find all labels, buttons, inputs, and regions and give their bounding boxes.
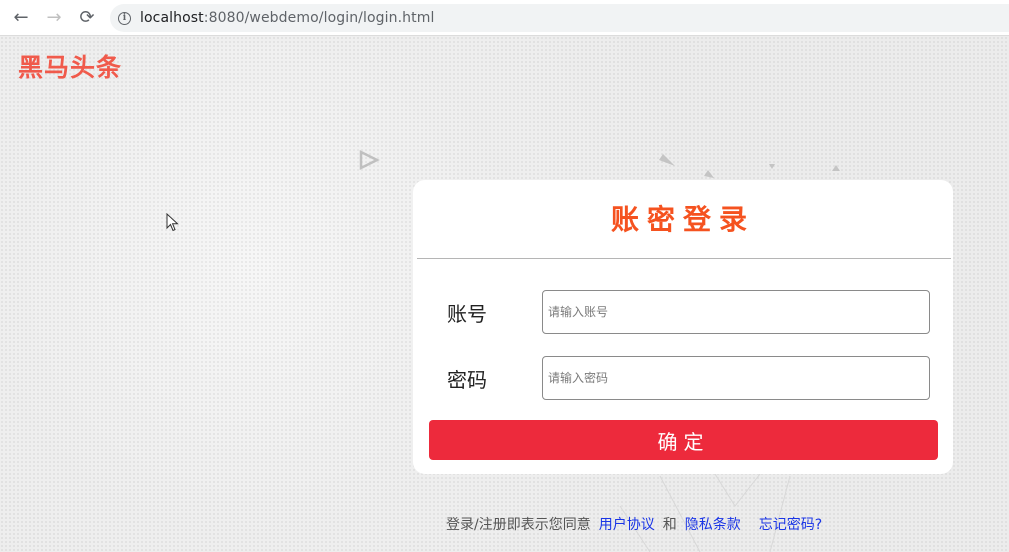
url-path: :8080/webdemo/login/login.html xyxy=(203,10,435,26)
url-host: localhost xyxy=(140,10,204,26)
user-agreement-link[interactable]: 用户协议 xyxy=(599,517,655,533)
site-logo[interactable]: 黑马头条 xyxy=(18,48,122,84)
forward-button[interactable]: → xyxy=(43,7,65,29)
browser-toolbar: ← → ⟳ i localhost:8080/webdemo/login/log… xyxy=(0,0,1009,36)
submit-button[interactable]: 确定 xyxy=(429,420,938,460)
password-input[interactable] xyxy=(542,356,930,400)
account-label: 账号 xyxy=(447,302,487,326)
reload-button[interactable]: ⟳ xyxy=(76,7,98,29)
privacy-policy-link[interactable]: 隐私条款 xyxy=(685,517,741,533)
url-text[interactable]: localhost:8080/webdemo/login/login.html xyxy=(140,10,434,26)
title-divider xyxy=(417,258,951,259)
forward-arrow-icon: → xyxy=(46,7,62,28)
forgot-password-link[interactable]: 忘记密码? xyxy=(759,517,822,533)
back-arrow-icon: ← xyxy=(13,7,29,28)
page-viewport: 黑马头条 账密登录 账号 密码 确定 登录/注册即表示您同意用户协议和隐私条款 忘… xyxy=(0,36,1009,552)
agreement-text: 登录/注册即表示您同意 xyxy=(446,517,591,533)
back-button[interactable]: ← xyxy=(10,7,32,29)
account-input[interactable] xyxy=(542,290,930,334)
reload-icon: ⟳ xyxy=(79,7,95,28)
mouse-cursor-icon xyxy=(166,213,179,232)
agreement-footer: 登录/注册即表示您同意 用户协议和隐私条款 忘记密码? xyxy=(446,514,822,534)
password-label: 密码 xyxy=(447,368,487,392)
login-title: 账密登录 xyxy=(610,203,755,236)
address-bar[interactable]: i localhost:8080/webdemo/login/login.htm… xyxy=(110,4,1009,32)
login-card: 账密登录 账号 密码 确定 xyxy=(413,180,953,474)
and-text: 和 xyxy=(662,517,677,533)
site-info-icon[interactable]: i xyxy=(118,11,131,25)
